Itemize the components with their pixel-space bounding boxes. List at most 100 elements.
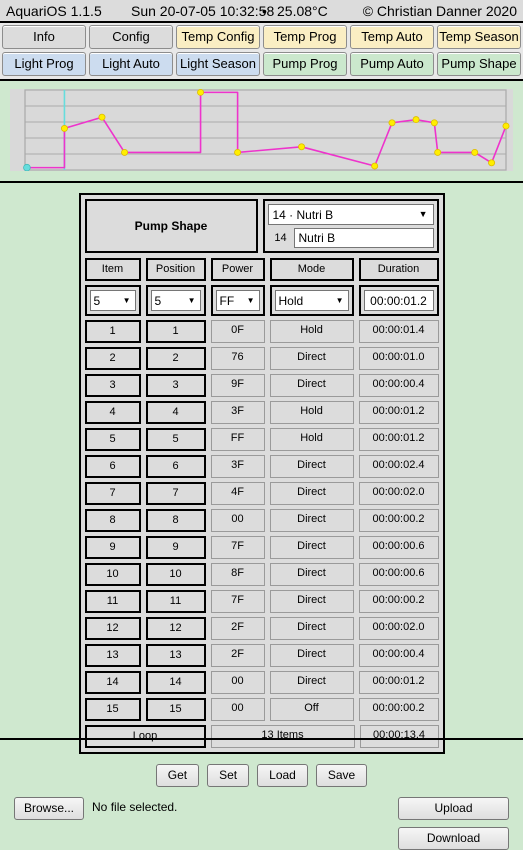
row-item-cell[interactable]: 15 <box>85 698 141 721</box>
row-item-cell[interactable]: 12 <box>85 617 141 640</box>
position-select[interactable]: 5 ▼ <box>151 290 201 311</box>
row-item-cell[interactable]: 6 <box>85 455 141 478</box>
row-mode-cell[interactable]: Direct <box>270 482 354 505</box>
row-position-cell[interactable]: 12 <box>146 617 206 640</box>
set-button[interactable]: Set <box>207 764 249 787</box>
row-mode-cell[interactable]: Direct <box>270 671 354 694</box>
row-mode-cell[interactable]: Direct <box>270 617 354 640</box>
row-duration-cell[interactable]: 00:00:01.2 <box>359 671 439 694</box>
row-position-cell[interactable]: 1 <box>146 320 206 343</box>
loop-button[interactable]: Loop <box>85 725 206 748</box>
upload-button[interactable]: Upload <box>398 797 509 820</box>
row-mode-cell[interactable]: Direct <box>270 590 354 613</box>
pump-select-dropdown[interactable]: 14 · Nutri B ▼ <box>268 204 434 225</box>
row-position-cell[interactable]: 7 <box>146 482 206 505</box>
row-item-cell[interactable]: 2 <box>85 347 141 370</box>
row-power-cell[interactable]: 3F <box>211 455 265 478</box>
row-item-cell[interactable]: 3 <box>85 374 141 397</box>
row-duration-cell[interactable]: 00:00:00.6 <box>359 536 439 559</box>
tab-pump-prog[interactable]: Pump Prog <box>263 52 347 76</box>
row-mode-cell[interactable]: Direct <box>270 347 354 370</box>
tab-pump-auto[interactable]: Pump Auto <box>350 52 434 76</box>
row-power-cell[interactable]: 76 <box>211 347 265 370</box>
row-mode-cell[interactable]: Direct <box>270 536 354 559</box>
tab-light-auto[interactable]: Light Auto <box>89 52 173 76</box>
row-mode-cell[interactable]: Direct <box>270 509 354 532</box>
row-power-cell[interactable]: 3F <box>211 401 265 424</box>
row-duration-cell[interactable]: 00:00:02.0 <box>359 482 439 505</box>
row-duration-cell[interactable]: 00:00:01.0 <box>359 347 439 370</box>
row-item-cell[interactable]: 1 <box>85 320 141 343</box>
tab-config[interactable]: Config <box>89 25 173 49</box>
row-power-cell[interactable]: 00 <box>211 509 265 532</box>
row-mode-cell[interactable]: Direct <box>270 455 354 478</box>
row-power-cell[interactable]: 7F <box>211 590 265 613</box>
row-power-cell[interactable]: 7F <box>211 536 265 559</box>
get-button[interactable]: Get <box>156 764 199 787</box>
row-power-cell[interactable]: 9F <box>211 374 265 397</box>
row-power-cell[interactable]: 00 <box>211 671 265 694</box>
row-position-cell[interactable]: 9 <box>146 536 206 559</box>
row-mode-cell[interactable]: Hold <box>270 428 354 451</box>
row-position-cell[interactable]: 6 <box>146 455 206 478</box>
row-item-cell[interactable]: 14 <box>85 671 141 694</box>
row-duration-cell[interactable]: 00:00:02.4 <box>359 455 439 478</box>
row-duration-cell[interactable]: 00:00:00.4 <box>359 374 439 397</box>
row-position-cell[interactable]: 13 <box>146 644 206 667</box>
row-mode-cell[interactable]: Hold <box>270 401 354 424</box>
row-position-cell[interactable]: 10 <box>146 563 206 586</box>
row-duration-cell[interactable]: 00:00:00.2 <box>359 698 439 721</box>
row-power-cell[interactable]: 2F <box>211 644 265 667</box>
item-select[interactable]: 5 ▼ <box>90 290 136 311</box>
row-position-cell[interactable]: 2 <box>146 347 206 370</box>
row-position-cell[interactable]: 5 <box>146 428 206 451</box>
row-position-cell[interactable]: 3 <box>146 374 206 397</box>
row-mode-cell[interactable]: Direct <box>270 374 354 397</box>
row-duration-cell[interactable]: 00:00:00.2 <box>359 509 439 532</box>
tab-temp-config[interactable]: Temp Config <box>176 25 260 49</box>
row-position-cell[interactable]: 15 <box>146 698 206 721</box>
tab-pump-shape[interactable]: Pump Shape <box>437 52 521 76</box>
row-duration-cell[interactable]: 00:00:00.6 <box>359 563 439 586</box>
tab-temp-season[interactable]: Temp Season <box>437 25 521 49</box>
power-select[interactable]: FF ▼ <box>216 290 260 311</box>
row-item-cell[interactable]: 9 <box>85 536 141 559</box>
row-mode-cell[interactable]: Hold <box>270 320 354 343</box>
row-item-cell[interactable]: 7 <box>85 482 141 505</box>
row-position-cell[interactable]: 8 <box>146 509 206 532</box>
row-mode-cell[interactable]: Direct <box>270 644 354 667</box>
row-power-cell[interactable]: FF <box>211 428 265 451</box>
load-button[interactable]: Load <box>257 764 308 787</box>
row-duration-cell[interactable]: 00:00:01.2 <box>359 428 439 451</box>
row-item-cell[interactable]: 4 <box>85 401 141 424</box>
download-button[interactable]: Download <box>398 827 509 850</box>
save-button[interactable]: Save <box>316 764 367 787</box>
row-duration-cell[interactable]: 00:00:01.2 <box>359 401 439 424</box>
mode-select[interactable]: Hold ▼ <box>275 290 349 311</box>
row-position-cell[interactable]: 14 <box>146 671 206 694</box>
row-power-cell[interactable]: 8F <box>211 563 265 586</box>
pump-name-input[interactable]: Nutri B <box>294 228 434 248</box>
tab-light-prog[interactable]: Light Prog <box>2 52 86 76</box>
tab-temp-prog[interactable]: Temp Prog <box>263 25 347 49</box>
row-power-cell[interactable]: 0F <box>211 320 265 343</box>
row-position-cell[interactable]: 11 <box>146 590 206 613</box>
row-mode-cell[interactable]: Direct <box>270 563 354 586</box>
row-item-cell[interactable]: 11 <box>85 590 141 613</box>
tab-light-season[interactable]: Light Season <box>176 52 260 76</box>
row-duration-cell[interactable]: 00:00:00.4 <box>359 644 439 667</box>
tab-temp-auto[interactable]: Temp Auto <box>350 25 434 49</box>
row-item-cell[interactable]: 5 <box>85 428 141 451</box>
row-mode-cell[interactable]: Off <box>270 698 354 721</box>
row-position-cell[interactable]: 4 <box>146 401 206 424</box>
browse-button[interactable]: Browse... <box>14 797 84 820</box>
tab-info[interactable]: Info <box>2 25 86 49</box>
row-duration-cell[interactable]: 00:00:00.2 <box>359 590 439 613</box>
row-duration-cell[interactable]: 00:00:02.0 <box>359 617 439 640</box>
row-item-cell[interactable]: 8 <box>85 509 141 532</box>
duration-input[interactable]: 00:00:01.2 <box>364 290 434 311</box>
row-power-cell[interactable]: 2F <box>211 617 265 640</box>
row-item-cell[interactable]: 13 <box>85 644 141 667</box>
row-item-cell[interactable]: 10 <box>85 563 141 586</box>
row-power-cell[interactable]: 4F <box>211 482 265 505</box>
